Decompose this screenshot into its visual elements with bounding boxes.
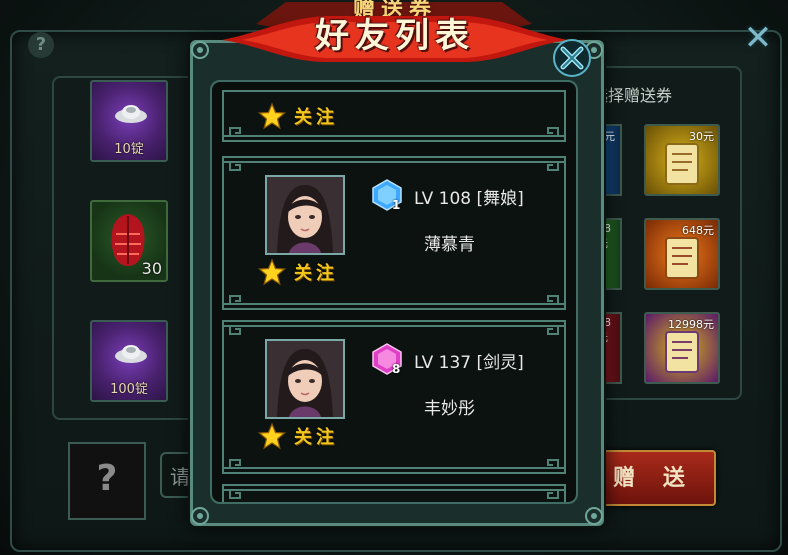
reward-item-label: 100锭 [110, 382, 148, 397]
follow-label: 关注 [294, 427, 338, 448]
friend-card-partial[interactable] [222, 484, 566, 502]
voucher-price: 12998元 [668, 318, 714, 331]
friend-name: 丰妙彤 [424, 399, 475, 419]
character-portrait-icon [267, 177, 343, 253]
question-mark-icon: ? [96, 458, 118, 499]
voucher-panel-title: 选择赠送券 [592, 86, 673, 105]
follow-label: 关注 [294, 263, 338, 284]
gem-count: 8 [392, 362, 401, 376]
friend-card-partial[interactable]: 关注 [222, 90, 566, 142]
reward-item-helmet[interactable]: 30 [90, 200, 168, 282]
background-close-icon[interactable]: ✕ [738, 18, 778, 58]
friend-name: 薄慕青 [424, 235, 475, 255]
friend-list-scroll-area[interactable]: 关注 1 LV 108 [舞娘] 薄慕青 关注 8 LV 137 [剑灵] 丰妙… [210, 80, 578, 504]
corner-ornament-icon [585, 507, 603, 525]
fret-border [224, 325, 564, 335]
voucher-648[interactable]: 648元 [644, 218, 720, 290]
fret-border [224, 295, 564, 305]
fret-border [224, 459, 564, 469]
friend-avatar [265, 339, 345, 419]
close-icon[interactable] [552, 38, 592, 78]
character-portrait-icon [267, 341, 343, 417]
reward-item-10-ingots[interactable]: 10锭 [90, 80, 168, 162]
dialog-title: 好友列表 [315, 16, 475, 56]
friend-card[interactable]: 1 LV 108 [舞娘] 薄慕青 关注 [222, 156, 566, 310]
star-icon [258, 258, 286, 286]
fret-border [224, 161, 564, 171]
voucher-price: 30元 [689, 130, 714, 143]
reward-item-100-ingots[interactable]: 100锭 [90, 320, 168, 402]
voucher-scroll-icon [665, 331, 699, 373]
help-icon[interactable]: ? [28, 32, 54, 58]
voucher-price: 648元 [682, 224, 714, 237]
silver-ingot-icon [115, 345, 147, 363]
corner-ornament-icon [191, 507, 209, 525]
corner-ornament-icon [191, 41, 209, 59]
voucher-12998[interactable]: 12998元 [644, 312, 720, 384]
recipient-avatar-placeholder[interactable]: ? [68, 442, 146, 520]
voucher-scroll-icon [665, 143, 699, 185]
send-gift-button[interactable]: 赠 送 [592, 450, 716, 506]
voucher-scroll-icon [665, 237, 699, 279]
friend-avatar [265, 175, 345, 255]
friend-card[interactable]: 8 LV 137 [剑灵] 丰妙彤 关注 [222, 320, 566, 474]
fret-border [224, 127, 564, 137]
reward-item-count: 30 [141, 259, 162, 278]
fret-border [224, 489, 564, 499]
friend-level-class: LV 108 [舞娘] [414, 189, 524, 209]
game-screen: 赠送券 ? ✕ 10锭 30 100锭 选择赠送券 6元 98元 [0, 0, 788, 555]
voucher-30[interactable]: 30元 [644, 124, 720, 196]
silver-ingot-icon [115, 105, 147, 123]
reward-item-label: 10锭 [114, 142, 144, 157]
friend-level-class: LV 137 [剑灵] [414, 353, 524, 373]
star-icon [258, 422, 286, 450]
gem-count: 1 [392, 198, 401, 212]
